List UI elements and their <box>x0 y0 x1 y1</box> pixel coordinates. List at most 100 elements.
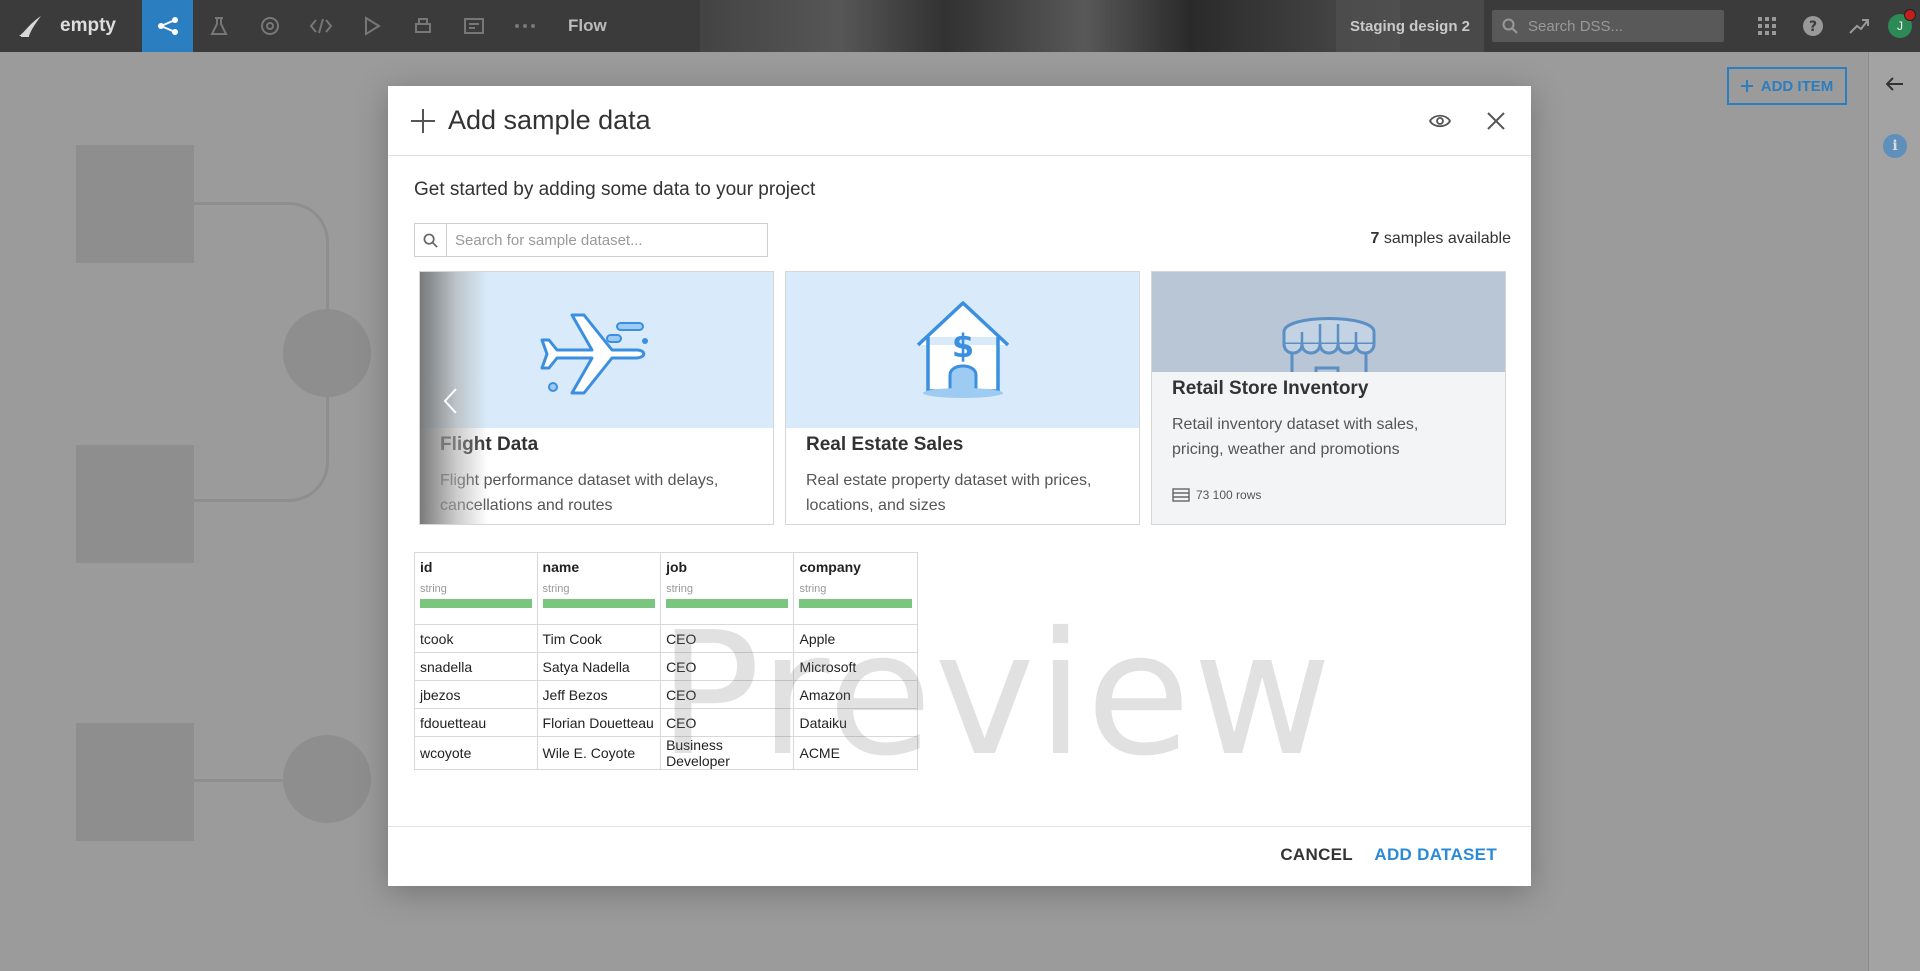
svg-text:?: ? <box>1809 19 1817 35</box>
card-hero: $ <box>786 272 1139 428</box>
house-dollar-icon: $ <box>916 301 1009 398</box>
add-item-label: ADD ITEM <box>1760 77 1834 95</box>
card-row-count: 73 100 rows <box>1172 488 1261 502</box>
preview-table: id string name string job string company… <box>414 552 918 770</box>
chevron-left-icon <box>443 387 457 414</box>
instance-name[interactable]: Staging design 2 <box>1335 0 1484 52</box>
current-view-title[interactable]: Flow <box>568 16 607 36</box>
column-header-name: name string <box>536 552 662 625</box>
flow-icon[interactable] <box>142 0 193 52</box>
column-type: string <box>666 583 693 595</box>
column-type: string <box>542 583 570 595</box>
table-cell: CEO <box>660 708 795 737</box>
table-row: tcook Tim Cook CEO Apple <box>414 624 918 653</box>
global-search-field[interactable]: Search DSS... <box>1492 10 1724 42</box>
table-cell: ACME <box>793 736 918 770</box>
plus-icon <box>1740 80 1753 92</box>
table-cell: fdouetteau <box>414 708 538 737</box>
card-description: Retail inventory dataset with sales, pri… <box>1172 416 1419 458</box>
column-header-job: job string <box>660 552 795 625</box>
table-cell: Apple <box>793 624 918 653</box>
print-icon[interactable] <box>397 0 448 52</box>
flow-node-dataset <box>76 445 194 563</box>
carousel-previous-button[interactable] <box>420 272 488 524</box>
card-title: Retail Store Inventory <box>1172 378 1369 399</box>
card-title: Real Estate Sales <box>806 434 964 455</box>
column-header-id: id string <box>414 552 538 625</box>
search-icon <box>415 224 447 256</box>
card-description: Real estate property dataset with prices… <box>806 472 1092 514</box>
close-icon[interactable] <box>1483 108 1509 134</box>
add-dataset-button[interactable]: ADD DATASET <box>1374 845 1497 865</box>
flow-node-dataset <box>76 145 194 263</box>
flow-edge <box>194 202 329 502</box>
sample-search-input[interactable] <box>447 224 767 256</box>
sample-card-flight-data[interactable]: Flight Data Flight performance dataset w… <box>419 271 774 525</box>
dataset-preview: id string name string job string company… <box>414 552 918 770</box>
sample-card-real-estate-sales[interactable]: $ Real Estate Sales Real estate property… <box>785 271 1140 525</box>
lab-icon[interactable] <box>193 0 244 52</box>
column-name: company <box>799 559 861 575</box>
add-item-button[interactable]: ADD ITEM <box>1727 67 1847 105</box>
user-avatar[interactable]: J <box>1888 9 1916 38</box>
recipes-icon[interactable] <box>244 0 295 52</box>
rows-icon <box>1172 488 1190 502</box>
column-name: id <box>420 559 433 575</box>
add-sample-data-modal: Add sample data Get started by adding so… <box>388 86 1531 886</box>
flow-node-dataset <box>76 723 194 841</box>
code-icon[interactable] <box>295 0 346 52</box>
modal-intro-text: Get started by adding some data to your … <box>414 179 816 200</box>
table-cell: Tim Cook <box>536 624 662 653</box>
row-count-text: 73 100 rows <box>1196 488 1262 502</box>
table-row: snadella Satya Nadella CEO Microsoft <box>414 652 918 681</box>
modal-title: Add sample data <box>448 105 651 135</box>
table-cell: jbezos <box>414 680 538 709</box>
flow-node-recipe <box>283 735 371 823</box>
search-icon <box>1502 18 1518 34</box>
topbar-right-group: Staging design 2 Search DSS... ? J <box>1335 0 1920 52</box>
table-cell: snadella <box>414 652 538 681</box>
column-header-company: company string <box>793 552 918 625</box>
modal-header: Add sample data <box>388 86 1531 156</box>
column-name: job <box>666 559 688 575</box>
table-cell: tcook <box>414 624 538 653</box>
dataiku-logo-icon[interactable] <box>0 0 60 52</box>
table-cell: Amazon <box>793 680 918 709</box>
samples-count-label: samples available <box>1383 230 1511 247</box>
storefront-icon <box>1282 317 1375 372</box>
more-icon[interactable] <box>499 0 550 52</box>
project-name[interactable]: empty <box>60 15 142 37</box>
help-icon[interactable]: ? <box>1790 0 1836 52</box>
global-search-placeholder: Search DSS... <box>1528 17 1624 35</box>
column-name: name <box>542 559 580 575</box>
header-background-image <box>700 0 1400 52</box>
airplane-icon <box>540 313 648 395</box>
data-quality-bar <box>420 599 532 608</box>
eye-icon[interactable] <box>1427 108 1453 134</box>
table-cell: wcoyote <box>414 736 538 770</box>
trend-icon[interactable] <box>1836 0 1882 52</box>
cancel-button[interactable]: CANCEL <box>1280 845 1353 865</box>
table-cell: Jeff Bezos <box>536 680 662 709</box>
data-quality-bar <box>542 599 656 608</box>
plus-icon <box>411 108 435 133</box>
info-icon[interactable]: i <box>1883 134 1907 158</box>
dashboard-icon[interactable] <box>448 0 499 52</box>
data-quality-bar <box>799 599 912 608</box>
table-cell: Wile E. Coyote <box>536 736 662 770</box>
apps-grid-icon[interactable] <box>1744 0 1790 52</box>
table-row: wcoyote Wile E. Coyote Business Develope… <box>414 736 918 770</box>
run-icon[interactable] <box>346 0 397 52</box>
notification-dot <box>1904 9 1916 21</box>
svg-text:$: $ <box>951 327 973 365</box>
samples-available-count: 7 samples available <box>1370 230 1511 248</box>
table-row: fdouetteau Florian Douetteau CEO Dataiku <box>414 708 918 737</box>
top-navigation-bar: empty Flow Staging design 2 Search DSS..… <box>0 0 1920 52</box>
column-type: string <box>420 583 447 595</box>
card-hero <box>1152 272 1505 372</box>
sample-card-retail-store-inventory[interactable]: Retail Store Inventory Retail inventory … <box>1151 271 1506 525</box>
table-cell: CEO <box>660 624 795 653</box>
collapse-arrow-icon[interactable] <box>1883 72 1907 96</box>
table-row: jbezos Jeff Bezos CEO Amazon <box>414 680 918 709</box>
right-side-panel: i <box>1868 52 1920 971</box>
